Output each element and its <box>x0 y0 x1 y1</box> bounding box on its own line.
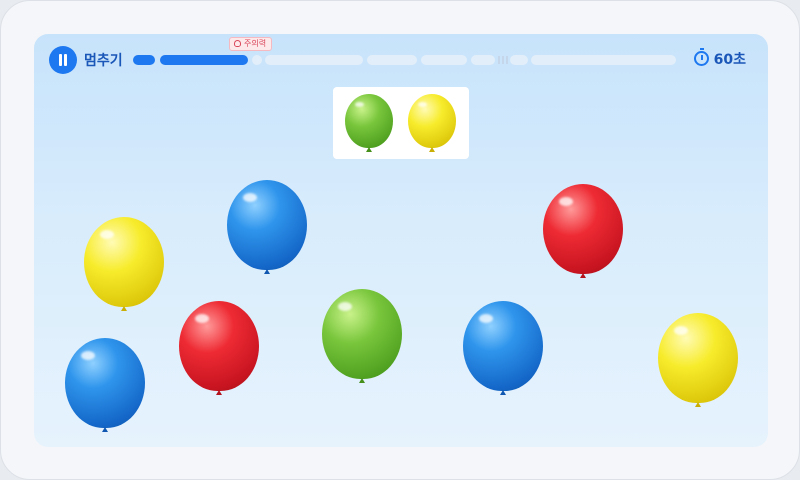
progress-segment <box>471 55 495 65</box>
timer-value: 60초 <box>713 52 746 68</box>
balloon-highlight <box>674 326 688 335</box>
balloon-highlight <box>559 197 573 206</box>
balloon-body <box>322 289 402 379</box>
balloon-body <box>179 301 259 391</box>
balloon-highlight <box>243 193 257 202</box>
balloon-body <box>65 338 145 428</box>
balloon-highlight <box>195 314 209 323</box>
balloon-knot <box>580 273 586 278</box>
balloon-highlight <box>81 351 95 360</box>
pause-label[interactable]: 멈추기 <box>84 50 123 70</box>
progress-segment <box>133 55 155 65</box>
lightbulb-icon <box>234 40 241 47</box>
balloon-body <box>463 301 543 391</box>
balloon-body <box>345 94 393 148</box>
pause-button[interactable] <box>49 46 77 74</box>
balloon[interactable] <box>179 301 259 399</box>
balloon[interactable] <box>65 338 145 436</box>
progress-segment <box>531 55 676 65</box>
balloon[interactable] <box>463 301 543 399</box>
progress-segment <box>367 55 417 65</box>
balloon-knot <box>366 147 372 152</box>
balloon-knot <box>102 427 108 432</box>
balloon-knot <box>695 402 701 407</box>
balloon-body <box>227 180 307 270</box>
balloon-highlight <box>100 230 114 239</box>
balloon-knot <box>359 378 365 383</box>
balloon-highlight <box>479 314 493 323</box>
target-balloon <box>408 94 456 156</box>
progress-segment <box>160 55 248 65</box>
balloon-knot <box>429 147 435 152</box>
balloon-knot <box>121 306 127 311</box>
progress-segment <box>510 55 528 65</box>
balloon-highlight <box>418 102 427 107</box>
balloon-body <box>543 184 623 274</box>
progress-segment <box>421 55 467 65</box>
hint-badge: 주의력 <box>229 37 272 51</box>
game-screen: 멈추기 주의력 60초 <box>34 34 768 447</box>
balloon[interactable] <box>84 217 164 315</box>
balloon-body <box>658 313 738 403</box>
balloon-body <box>84 217 164 307</box>
balloon[interactable] <box>658 313 738 411</box>
tablet-frame: 멈추기 주의력 60초 <box>0 0 800 480</box>
stopwatch-icon <box>694 48 709 66</box>
balloon-highlight <box>355 102 364 107</box>
progress-segment <box>252 55 262 65</box>
balloon[interactable] <box>322 289 402 387</box>
pause-icon <box>59 54 62 66</box>
hint-label: 주의력 <box>244 39 267 48</box>
progress-bar <box>133 55 676 65</box>
balloon-knot <box>500 390 506 395</box>
balloon-highlight <box>338 302 352 311</box>
progress-segment <box>265 55 363 65</box>
balloon[interactable] <box>227 180 307 278</box>
balloon[interactable] <box>543 184 623 282</box>
target-balloon <box>345 94 393 156</box>
target-panel <box>333 87 469 159</box>
balloon-knot <box>264 269 270 274</box>
balloon-body <box>408 94 456 148</box>
balloon-knot <box>216 390 222 395</box>
